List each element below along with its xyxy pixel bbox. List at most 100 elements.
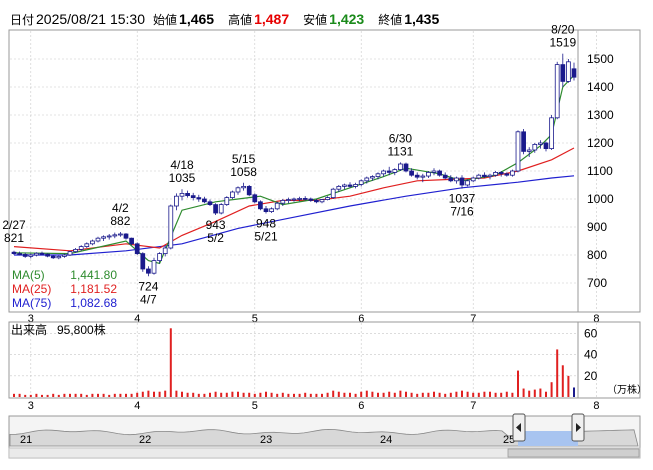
volume-bar[interactable] (304, 392, 307, 397)
volume-bar[interactable] (192, 392, 195, 397)
volume-bar[interactable] (293, 393, 295, 397)
candle[interactable] (258, 200, 263, 211)
volume-bar[interactable] (102, 393, 105, 397)
candle[interactable] (398, 162, 403, 171)
volume-bar[interactable] (466, 391, 469, 397)
candle[interactable] (168, 204, 174, 250)
volume-bar[interactable] (354, 393, 357, 397)
candle[interactable] (515, 130, 521, 173)
volume-bar[interactable] (533, 389, 536, 397)
volume-bar[interactable] (13, 393, 15, 397)
volume-bar[interactable] (567, 375, 570, 397)
volume-bar[interactable] (85, 394, 88, 397)
volume-bar[interactable] (522, 388, 525, 397)
volume-bar[interactable] (52, 393, 55, 397)
volume-bar[interactable] (500, 392, 503, 397)
volume-bar[interactable] (147, 390, 150, 397)
volume-bar[interactable] (203, 393, 206, 397)
candle[interactable] (403, 162, 409, 173)
candle[interactable] (330, 187, 336, 199)
volume-bar[interactable] (24, 394, 27, 397)
candle[interactable] (129, 237, 134, 246)
volume-bar[interactable] (181, 391, 183, 397)
volume-bar[interactable] (276, 393, 279, 397)
candle[interactable] (151, 257, 157, 275)
volume-bar[interactable] (517, 370, 519, 397)
volume-bar[interactable] (18, 393, 21, 397)
volume-bar[interactable] (360, 391, 363, 397)
volume-bar[interactable] (46, 394, 49, 397)
volume-bar[interactable] (489, 391, 491, 397)
volume-bar[interactable] (410, 392, 413, 397)
volume-bar[interactable] (477, 392, 480, 397)
volume-bar[interactable] (259, 392, 262, 397)
volume-bar[interactable] (69, 393, 71, 397)
volume-bar[interactable] (405, 391, 407, 397)
volume-bar[interactable] (343, 392, 346, 397)
volume-bar[interactable] (449, 392, 452, 397)
volume-bar[interactable] (455, 391, 458, 397)
volume-bar[interactable] (444, 393, 447, 397)
volume-bar[interactable] (365, 390, 368, 397)
volume-bar[interactable] (416, 393, 419, 397)
volume-bar[interactable] (539, 388, 542, 397)
volume-bar[interactable] (80, 393, 83, 397)
volume-bar[interactable] (130, 393, 133, 397)
volume-bar[interactable] (225, 392, 228, 397)
volume-bar[interactable] (136, 392, 139, 397)
volume-bar[interactable] (326, 392, 329, 397)
volume-bar[interactable] (57, 394, 60, 397)
volume-bar[interactable] (382, 392, 385, 397)
left-scroll-handle-icon[interactable] (512, 413, 526, 442)
volume-bar[interactable] (175, 390, 178, 397)
volume-bar[interactable] (214, 391, 217, 397)
volume-bar[interactable] (209, 392, 211, 397)
stock-chart[interactable]: 2/278214/28827244/74/1810359435/25/15105… (0, 0, 653, 470)
volume-bar[interactable] (74, 393, 77, 397)
volume-bar[interactable] (97, 393, 99, 397)
volume-bar[interactable] (528, 390, 531, 397)
volume-bar[interactable] (550, 382, 553, 397)
volume-bar[interactable] (556, 349, 559, 397)
volume-bar[interactable] (315, 393, 318, 397)
volume-bar[interactable] (505, 391, 508, 397)
candle[interactable] (213, 203, 218, 215)
volume-bar[interactable] (321, 393, 323, 397)
range-navigator[interactable]: 21 22 23 24 25 (8, 413, 641, 459)
candle[interactable] (67, 250, 73, 256)
volume-bar[interactable] (242, 392, 245, 397)
volume-bar[interactable] (197, 393, 200, 397)
volume-bar[interactable] (119, 393, 122, 397)
volume-bar[interactable] (265, 391, 267, 397)
volume-bar[interactable] (35, 393, 38, 397)
volume-bar[interactable] (220, 392, 223, 397)
volume-bar[interactable] (309, 393, 312, 397)
volume-bar[interactable] (483, 391, 486, 397)
candle[interactable] (465, 179, 470, 187)
volume-bar[interactable] (399, 390, 402, 397)
volume-bar[interactable] (158, 391, 161, 397)
candle[interactable] (274, 201, 280, 211)
candle[interactable] (510, 169, 515, 177)
navigator-scrollbar-thumb[interactable] (507, 448, 640, 458)
volume-bar[interactable] (153, 391, 155, 397)
candle[interactable] (521, 129, 526, 155)
volume-bar[interactable] (237, 391, 239, 397)
volume-bar[interactable] (248, 392, 251, 397)
volume-bar[interactable] (545, 391, 547, 397)
volume-bar[interactable] (421, 392, 424, 397)
volume-bar[interactable] (427, 392, 430, 397)
candle[interactable] (437, 169, 442, 177)
volume-bar[interactable] (298, 393, 301, 397)
volume-bar[interactable] (281, 392, 284, 397)
volume-bar[interactable] (371, 391, 374, 397)
volume-bar[interactable] (141, 391, 144, 397)
volume-bar[interactable] (388, 391, 391, 397)
volume-bar[interactable] (63, 393, 66, 397)
volume-bar[interactable] (332, 390, 335, 397)
candle[interactable] (554, 61, 560, 120)
candle[interactable] (549, 115, 554, 150)
volume-bar[interactable] (472, 392, 475, 397)
volume-bar[interactable] (164, 390, 167, 397)
volume-bar[interactable] (393, 392, 396, 397)
